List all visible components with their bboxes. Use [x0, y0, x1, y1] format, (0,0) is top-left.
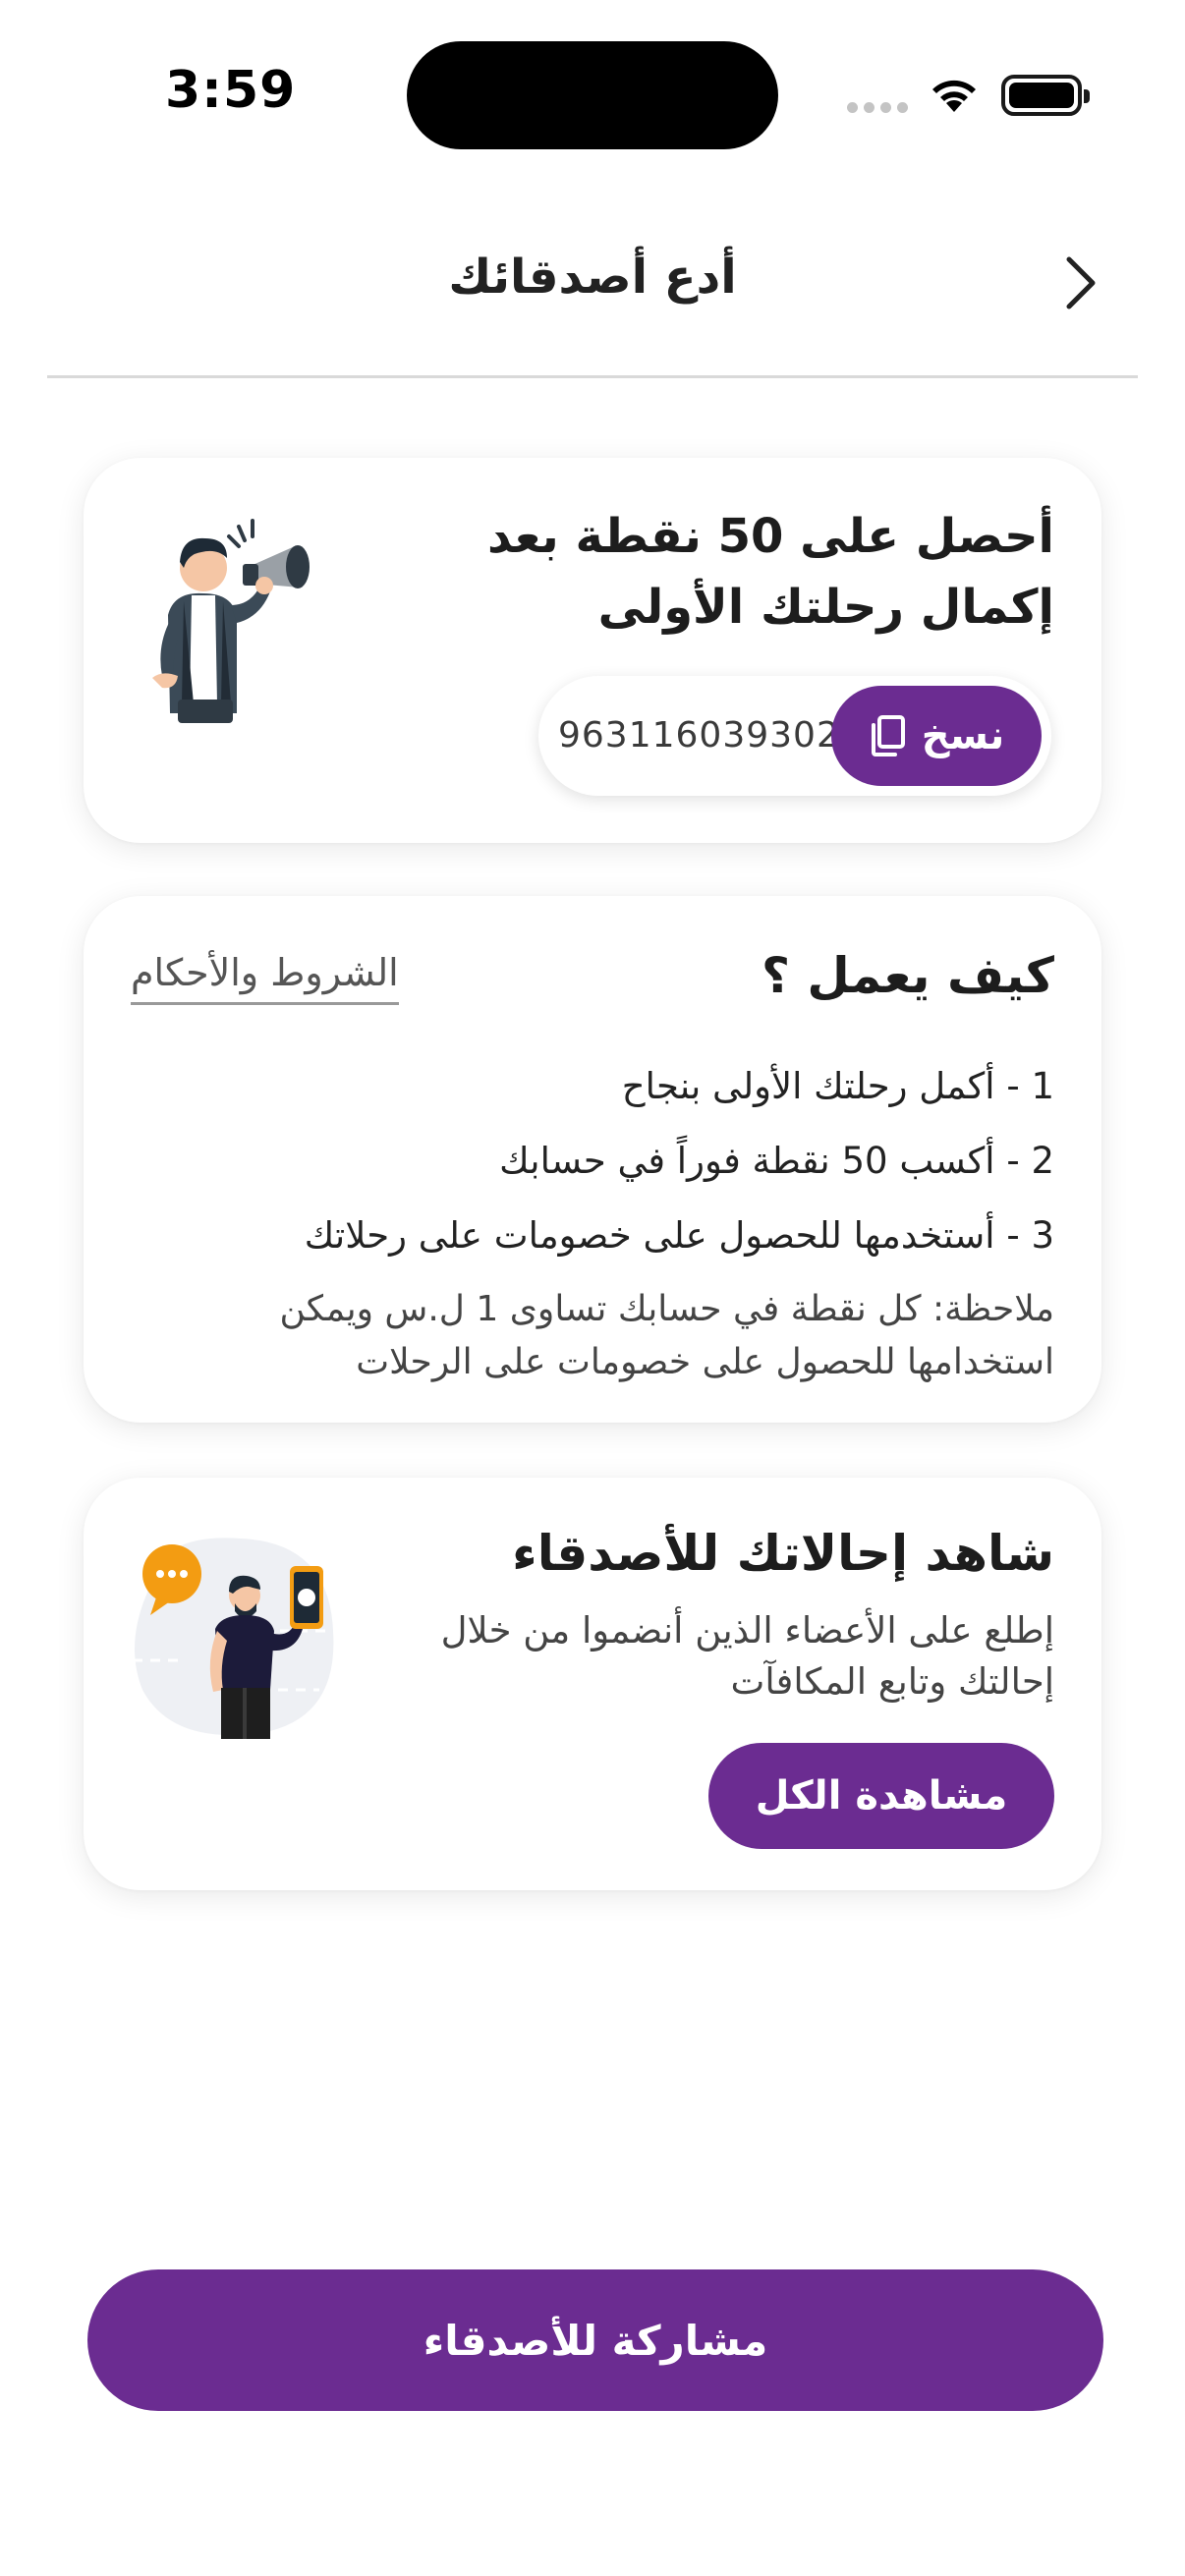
referrals-card: شاهد إحالاتك للأصدقاء إطلع على الأعضاء ا…: [84, 1478, 1101, 1890]
steps-list: 1 - أكمل رحلتك الأولى بنجاح 2 - أكسب 50 …: [131, 1049, 1054, 1273]
points-note: ملاحظة: كل نقطة في حسابك تساوى 1 ل.س ويم…: [279, 1289, 1054, 1382]
step-item: 2 - أكسب 50 نقطة فوراً في حسابك: [499, 1140, 1054, 1182]
header-divider: [47, 375, 1138, 378]
wifi-icon: [932, 80, 976, 112]
dynamic-island: [407, 41, 778, 149]
cellular-signal-icon: [847, 102, 908, 113]
app-header: أدع أصدقائك: [0, 226, 1185, 344]
copy-button-label: نسخ: [921, 713, 1005, 758]
status-time: 3:59: [165, 61, 297, 120]
view-all-button[interactable]: مشاهدة الكل: [708, 1743, 1054, 1849]
referral-code: 963116039302: [558, 715, 840, 756]
referrals-title: شاهد إحالاتك للأصدقاء: [512, 1525, 1054, 1582]
battery-icon: [1001, 75, 1090, 116]
chevron-right-icon: [1066, 256, 1096, 309]
referral-code-card: أحصل على 50 نقطة بعد إكمال رحلتك الأولى …: [84, 458, 1101, 843]
how-it-works-card: كيف يعمل ؟ الشروط والأحكام 1 - أكمل رحلت…: [84, 896, 1101, 1423]
phone-man-illustration: [133, 1538, 334, 1739]
copy-icon: [871, 715, 905, 756]
step-item: 3 - أستخدمها للحصول على خصومات على رحلات…: [304, 1214, 1054, 1257]
copy-code-button[interactable]: نسخ: [831, 686, 1042, 786]
share-with-friends-button[interactable]: مشاركة للأصدقاء: [87, 2269, 1103, 2411]
terms-and-conditions-link[interactable]: الشروط والأحكام: [131, 951, 399, 1005]
page-title: أدع أصدقائك: [448, 250, 737, 305]
referrals-description: إطلع على الأعضاء الذين أنضموا من خلال إح…: [440, 1609, 1054, 1703]
invite-friends-screen: 3:59 أدع أصدقائك أحصل على 50 نقطة بعد إك…: [0, 0, 1185, 2576]
referral-code-field: 963116039302 نسخ: [538, 676, 1051, 796]
megaphone-man-illustration: [152, 519, 310, 723]
status-bar: 3:59: [0, 0, 1185, 177]
referral-reward-title: أحصل على 50 نقطة بعد إكمال رحلتك الأولى: [486, 509, 1054, 635]
back-button[interactable]: [1049, 246, 1112, 320]
step-item: 1 - أكمل رحلتك الأولى بنجاح: [621, 1065, 1054, 1107]
how-it-works-title: كيف يعمل ؟: [762, 947, 1054, 1004]
